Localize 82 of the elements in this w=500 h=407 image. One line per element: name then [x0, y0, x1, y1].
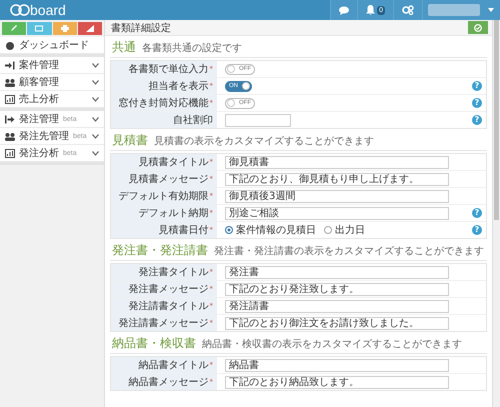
- field-label: 見積書日付: [158, 224, 208, 237]
- bell-icon: [366, 5, 376, 15]
- text-input[interactable]: 下記のとおり御注文をお請け致しました。: [225, 316, 449, 330]
- text-input[interactable]: 下記のとおり発注致します。: [225, 282, 449, 296]
- sidebar-menu-item[interactable]: 顧客管理: [0, 74, 104, 91]
- section-description: 発注書・発注請書の表示をカスタマイズすることができます: [214, 244, 484, 258]
- chart-icon: [86, 25, 94, 32]
- text-input[interactable]: 御見積書: [225, 156, 449, 168]
- text-input[interactable]: 下記のとおり納品致します。: [225, 376, 449, 388]
- logo-rings-icon: [10, 4, 30, 16]
- chevron-down-icon: [92, 134, 99, 138]
- text-input[interactable]: [225, 114, 291, 126]
- text-input[interactable]: 発注請書: [225, 300, 449, 312]
- field-label: 担当者を表示: [148, 80, 208, 93]
- text-input[interactable]: 下記のとおり、御見積もり申し上げます。: [225, 172, 449, 186]
- field-label: 見積書タイトル: [138, 156, 208, 169]
- chevron-down-icon: [92, 80, 99, 84]
- users-icon: [5, 78, 15, 86]
- radio-button[interactable]: [225, 226, 233, 234]
- sign-out-icon: [5, 114, 15, 124]
- section-description: 納品書・検収書の表示をカスタマイズすることができます: [202, 338, 462, 351]
- chevron-down-icon: [92, 62, 99, 68]
- settings-button[interactable]: [393, 0, 422, 20]
- field-label: 発注書タイトル: [138, 266, 208, 279]
- chevron-down-icon: [92, 116, 99, 122]
- menu-label: 案件管理: [19, 58, 59, 72]
- caret-icon: [488, 8, 494, 12]
- menu-label: 発注分析: [19, 146, 59, 160]
- quick-action-button[interactable]: [78, 22, 102, 35]
- speech-bubble-icon: [339, 6, 350, 14]
- menu-label: 顧客管理: [19, 76, 59, 89]
- chevron-down-icon: [92, 96, 99, 102]
- gears-icon: [402, 5, 414, 15]
- bar-chart-icon: [5, 148, 15, 158]
- page-title: 書類詳細設定: [111, 22, 171, 34]
- blurred-user-block: [428, 4, 480, 16]
- menu-label: 売上分析: [19, 92, 59, 106]
- check-circle-icon: [474, 24, 482, 32]
- text-input[interactable]: 発注書: [225, 266, 449, 278]
- field-label: 発注書メッセージ: [128, 282, 208, 296]
- field-label: デフォルト納期: [138, 206, 208, 220]
- menu-label: 発注先管理: [19, 130, 69, 143]
- sidebar-menu-item[interactable]: 売上分析: [0, 91, 104, 108]
- menu-label: 発注管理: [19, 112, 59, 126]
- field-label: デフォルト有効期限: [118, 190, 208, 203]
- field-label: 納品書タイトル: [138, 358, 208, 372]
- field-label: 発注請書メッセージ: [118, 316, 208, 330]
- bar-chart-icon: [5, 94, 15, 104]
- text-input[interactable]: 納品書: [225, 358, 449, 372]
- logo-text: board: [30, 2, 66, 18]
- section-title: 見積書: [112, 132, 148, 149]
- field-label: 窓付き封筒対応機能: [118, 96, 208, 110]
- field-label: 発注請書タイトル: [128, 300, 208, 313]
- radio-label[interactable]: 出力日: [335, 223, 365, 237]
- text-input[interactable]: 別途ご相談: [225, 206, 449, 220]
- user-menu-button[interactable]: [422, 0, 500, 20]
- card-icon: [35, 25, 44, 32]
- text-input[interactable]: 御見積後3週間: [225, 190, 449, 202]
- quick-action-button[interactable]: [52, 22, 77, 35]
- sign-in-icon: [5, 60, 15, 70]
- field-label: 納品書メッセージ: [128, 376, 208, 389]
- chat-button[interactable]: [330, 0, 358, 20]
- field-label: 各書類で単位入力: [128, 62, 208, 76]
- section-title: 納品書・検収書: [112, 335, 196, 352]
- quick-action-button[interactable]: [2, 22, 26, 35]
- section-title: 共通: [112, 39, 136, 56]
- radio-label[interactable]: 案件情報の見積日: [236, 223, 316, 237]
- section-description: 見積書の表示をカスタマイズすることができます: [154, 134, 374, 148]
- menu-label: ダッシュボード: [19, 39, 89, 52]
- pencil-icon: [10, 25, 18, 32]
- scrollbar[interactable]: [492, 20, 500, 407]
- field-label: 自社割印: [173, 114, 213, 127]
- radio-button[interactable]: [324, 226, 332, 234]
- sidebar-menu-item[interactable]: 案件管理: [0, 57, 104, 74]
- chevron-down-icon: [92, 150, 99, 156]
- section-description: 各書類共通の設定です: [142, 42, 242, 55]
- field-label: 見積書メッセージ: [128, 172, 208, 186]
- users-icon: [5, 132, 15, 140]
- quick-action-button[interactable]: [27, 22, 52, 35]
- section-title: 発注書・発注請書: [112, 242, 208, 259]
- save-button[interactable]: [468, 21, 488, 34]
- printer-icon: [60, 25, 69, 32]
